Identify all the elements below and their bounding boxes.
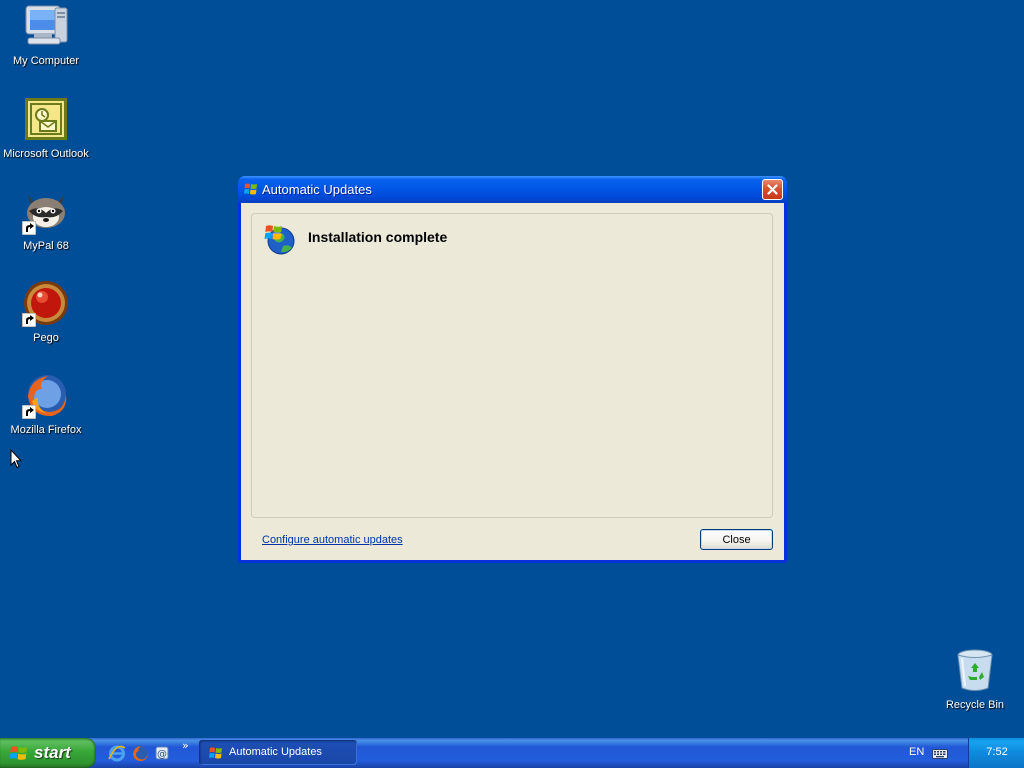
desktop-icon-recycle-bin[interactable]: Recycle Bin (929, 646, 1021, 712)
pego-icon (22, 279, 70, 327)
shortcut-arrow-icon (22, 405, 36, 419)
dialog-body: Installation complete Configure automati… (241, 203, 784, 560)
dialog-titlebar[interactable]: Automatic Updates (238, 176, 787, 203)
configure-automatic-updates-link[interactable]: Configure automatic updates (262, 534, 403, 546)
clock[interactable]: 7:52 (969, 746, 1024, 758)
close-window-button[interactable] (762, 179, 783, 200)
start-button[interactable]: start (0, 738, 96, 768)
firefox-icon (22, 371, 70, 419)
svg-text:@: @ (157, 749, 167, 760)
status-heading: Installation complete (308, 229, 448, 245)
windows-update-globe-icon (264, 225, 295, 255)
desktop-icon-label: MyPal 68 (23, 240, 69, 252)
quick-launch-chevron[interactable]: » (182, 739, 189, 752)
taskbar-button-label: Automatic Updates (229, 746, 322, 758)
internet-explorer-icon[interactable] (108, 744, 126, 762)
dialog-title: Automatic Updates (262, 182, 372, 197)
start-label: start (34, 743, 71, 762)
shortcut-arrow-icon (22, 221, 36, 235)
keyboard-icon[interactable] (932, 747, 948, 759)
mypal-icon (22, 187, 70, 235)
desktop-icon-my-computer[interactable]: My Computer (0, 2, 92, 68)
firefox-icon[interactable] (131, 744, 149, 762)
my-computer-icon (22, 2, 70, 50)
desktop-icon-microsoft-outlook[interactable]: Microsoft Outlook (0, 95, 92, 161)
desktop-icon-label: Recycle Bin (945, 699, 1005, 711)
close-icon (767, 184, 778, 195)
desktop: My Computer Microsoft Outlook MyPal 68 P… (0, 0, 1024, 738)
automatic-updates-dialog: Automatic Updates Installation complete … (238, 176, 787, 563)
desktop-icon-mypal[interactable]: MyPal 68 (0, 187, 92, 253)
desktop-icon-pego[interactable]: Pego (0, 279, 92, 345)
email-icon[interactable]: @ (153, 744, 171, 762)
mouse-pointer-icon (10, 449, 22, 469)
desktop-icon-label: Mozilla Firefox (10, 424, 82, 436)
recycle-bin-icon (951, 646, 999, 694)
outlook-icon (22, 95, 70, 143)
windows-update-icon (244, 183, 257, 195)
desktop-icon-mozilla-firefox[interactable]: Mozilla Firefox (0, 371, 92, 437)
desktop-icon-label: Pego (33, 332, 59, 344)
status-panel: Installation complete (251, 213, 773, 518)
windows-logo-icon (10, 746, 27, 760)
language-indicator[interactable]: EN (909, 746, 924, 758)
notification-area: 7:52 (968, 738, 1024, 768)
taskbar: start @ » Automatic Updates EN 7:52 (0, 738, 1024, 768)
windows-update-icon (209, 747, 222, 759)
close-button[interactable]: Close (700, 529, 773, 550)
taskbar-button-automatic-updates[interactable]: Automatic Updates (199, 740, 357, 765)
desktop-icon-label: Microsoft Outlook (3, 148, 89, 160)
desktop-icon-label: My Computer (12, 55, 80, 67)
shortcut-arrow-icon (22, 313, 36, 327)
